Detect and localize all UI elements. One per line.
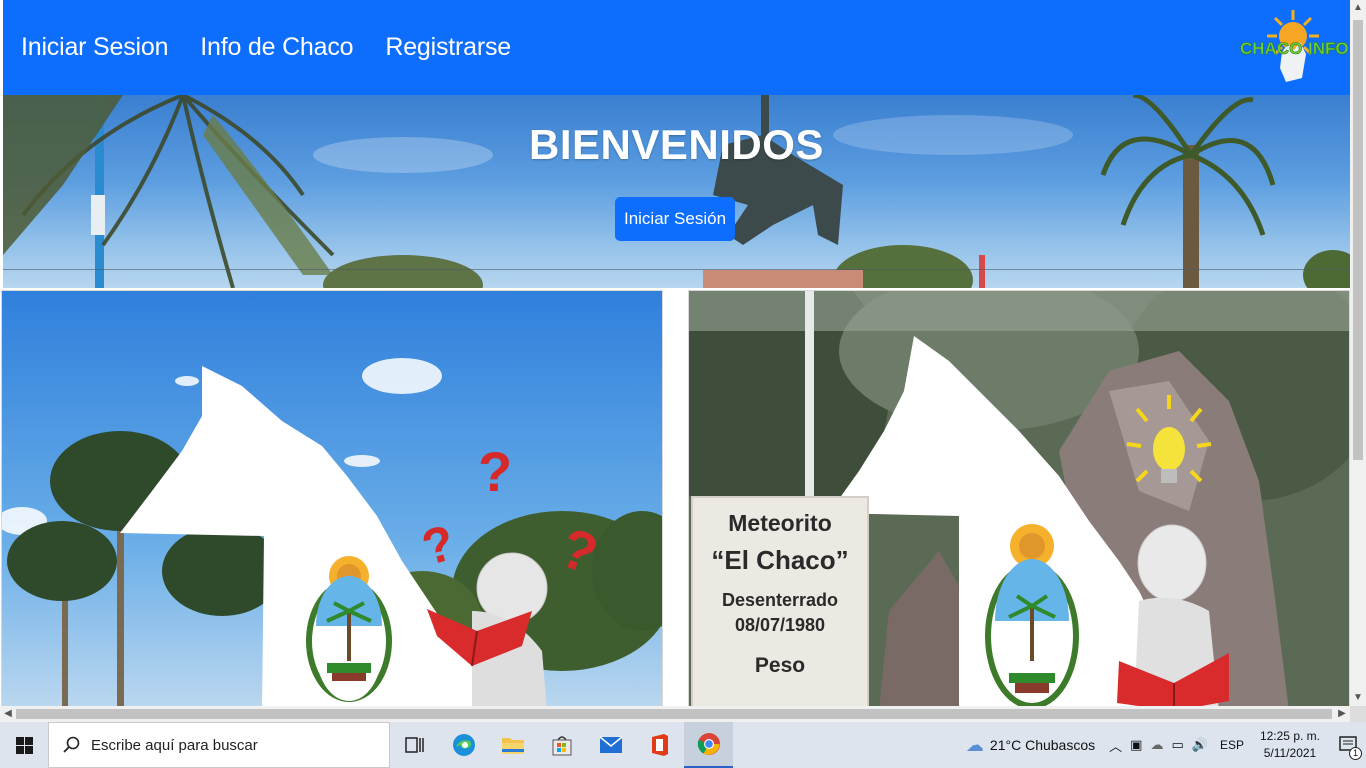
sign-line-2: “El Chaco” [711, 545, 849, 575]
scroll-right-icon[interactable]: ▶ [1334, 706, 1350, 722]
question-mark-icon: ? [478, 440, 512, 503]
chrome-button[interactable] [684, 722, 733, 768]
clock-time: 12:25 p. m. [1259, 729, 1320, 743]
onedrive-icon[interactable]: ☁ [1150, 737, 1163, 753]
clock-date: 5/11/2021 [1263, 746, 1317, 760]
windows-taskbar: ☁ 21°C Chubascos ︿ ▣ ☁ ▭ 🔊 ESP 12:25 p. … [0, 722, 1366, 768]
meteorite-sign: Meteorito “El Chaco” Desenterrado 08/07/… [691, 496, 869, 709]
sign-line-1: Meteorito [728, 510, 832, 536]
scroll-down-icon[interactable]: ▼ [1350, 690, 1366, 706]
hero-divider [3, 269, 1350, 270]
nav-link-iniciar-sesion[interactable]: Iniciar Sesion [21, 33, 168, 62]
search-icon [63, 736, 80, 753]
task-view-icon [404, 737, 424, 753]
sign-line-4: 08/07/1980 [734, 615, 826, 635]
folder-icon [501, 738, 524, 754]
vertical-scroll-thumb[interactable] [1353, 20, 1363, 460]
logo-text-chaco: CHACO [1240, 39, 1302, 58]
office-button[interactable] [635, 722, 684, 768]
hero-login-button[interactable]: Iniciar Sesión [615, 197, 735, 241]
weather-icon[interactable]: ☁ [966, 735, 984, 756]
notification-count-badge: 1 [1349, 747, 1362, 760]
chaco-info-logo[interactable]: CHACO INFO [1238, 6, 1348, 90]
nav-link-info-de-chaco[interactable]: Info de Chaco [200, 33, 353, 62]
office-icon [651, 734, 668, 756]
hero-banner: BIENVENIDOS Iniciar Sesión [3, 95, 1350, 288]
chrome-icon [697, 733, 720, 755]
card-left-image: ? ? ? [2, 291, 662, 709]
hero-title: BIENVENIDOS [529, 121, 824, 168]
weather-text[interactable]: 21°C Chubascos [990, 737, 1095, 753]
network-icon[interactable]: ▭ [1171, 737, 1183, 753]
mail-icon [598, 736, 623, 753]
card-meteorito-el-chaco[interactable]: Meteorito “El Chaco” Desenterrado 08/07/… [688, 290, 1350, 710]
logo-text-info: INFO [1308, 39, 1348, 58]
scrollbar-corner [1350, 706, 1366, 722]
edge-button[interactable] [439, 722, 488, 768]
notifications-button[interactable]: 1 [1330, 722, 1366, 768]
sign-line-3: Desenterrado [721, 590, 839, 610]
card-info-chaco[interactable]: ? ? ? [1, 290, 663, 710]
windows-icon [15, 736, 33, 754]
volume-icon[interactable]: 🔊 [1192, 737, 1208, 753]
start-button[interactable] [0, 722, 48, 768]
scroll-up-icon[interactable]: ▲ [1350, 0, 1366, 16]
edge-icon [452, 734, 475, 756]
nav-link-registrarse[interactable]: Registrarse [385, 33, 511, 62]
navbar: Iniciar Sesion Info de Chaco Registrarse… [3, 0, 1350, 95]
clock[interactable]: 12:25 p. m. 5/11/2021 [1260, 728, 1320, 762]
browser-viewport: Iniciar Sesion Info de Chaco Registrarse… [0, 0, 1366, 722]
sign-line-5: Peso [754, 654, 806, 677]
store-button[interactable] [537, 722, 586, 768]
scroll-left-icon[interactable]: ◀ [0, 706, 16, 722]
mail-button[interactable] [586, 722, 635, 768]
horizontal-scrollbar[interactable]: ◀ ▶ [0, 706, 1350, 722]
taskbar-search-box[interactable] [48, 722, 390, 768]
meet-now-icon[interactable]: ▣ [1130, 737, 1142, 753]
language-indicator[interactable]: ESP [1220, 738, 1244, 752]
chevron-up-icon[interactable]: ︿ [1109, 736, 1122, 755]
vertical-scrollbar[interactable]: ▲ ▼ [1350, 0, 1366, 706]
store-icon [552, 736, 571, 756]
task-view-button[interactable] [390, 722, 439, 768]
system-tray: ☁ 21°C Chubascos ︿ ▣ ☁ ▭ 🔊 ESP 12:25 p. … [966, 722, 1366, 768]
taskbar-search-input[interactable] [91, 736, 371, 754]
horizontal-scroll-thumb[interactable] [16, 709, 1332, 719]
file-explorer-button[interactable] [488, 722, 537, 768]
